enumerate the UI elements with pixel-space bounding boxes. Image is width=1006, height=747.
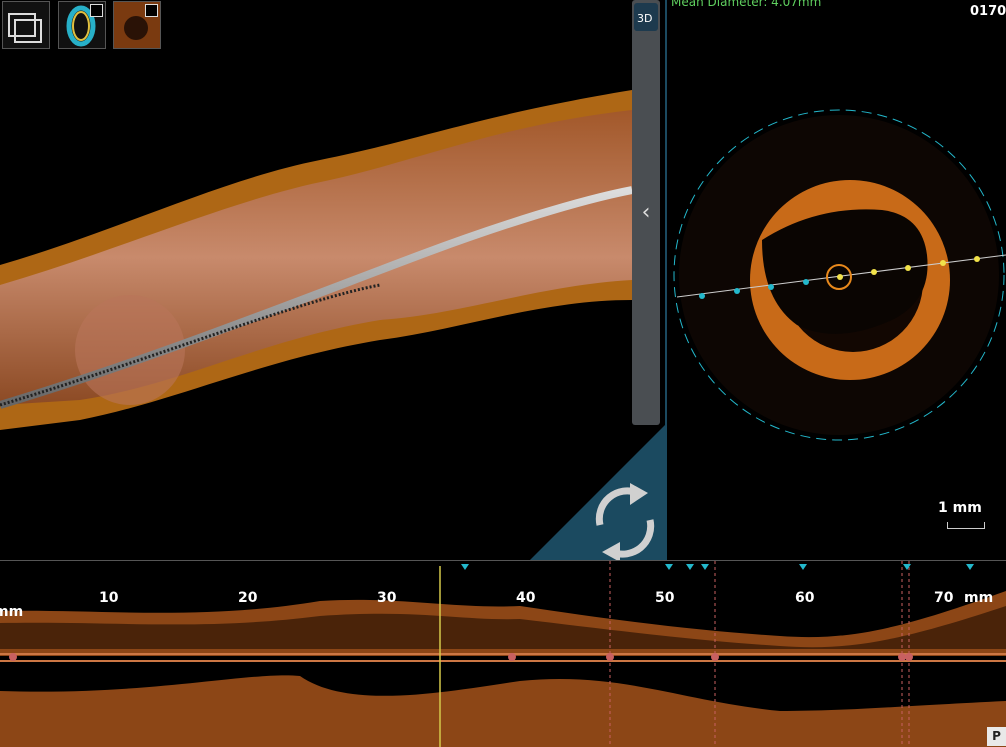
tick-label: 30 <box>377 590 397 606</box>
tick-label: 70 <box>934 590 954 606</box>
3d-mode-badge[interactable]: 3D <box>634 3 658 31</box>
frame-number: 0170 <box>970 4 1006 19</box>
axis-unit: mm <box>964 590 994 606</box>
tick-label: 10 <box>99 590 119 606</box>
ring-view-icon[interactable] <box>58 1 106 49</box>
cross-section-image <box>673 109 1006 441</box>
p-button[interactable]: P <box>987 727 1006 746</box>
scale-bar <box>947 522 985 529</box>
collapse-panel-button[interactable]: ‹ <box>638 200 654 226</box>
oct-cross-section-view[interactable] <box>667 0 1006 560</box>
ring-view-checkbox[interactable] <box>90 4 103 17</box>
scale-label: 1 mm <box>938 500 982 516</box>
tick-label: 60 <box>795 590 815 606</box>
event-markers <box>461 564 974 570</box>
longitudinal-view[interactable] <box>0 560 1006 747</box>
tick-label: 20 <box>238 590 258 606</box>
axis-unit-left: mm <box>0 604 24 620</box>
3d-badge-label: 3D <box>637 12 653 25</box>
tick-label: 40 <box>516 590 536 606</box>
lumen-view-icon[interactable] <box>113 1 161 49</box>
rotate-view-button[interactable] <box>530 425 665 562</box>
tick-label: 50 <box>655 590 675 606</box>
layout-windows-icon[interactable] <box>2 1 50 49</box>
mean-diameter-text: Mean Diameter: 4.07mm <box>671 0 822 9</box>
longitudinal-image <box>0 561 1006 747</box>
lumen-view-checkbox[interactable] <box>145 4 158 17</box>
